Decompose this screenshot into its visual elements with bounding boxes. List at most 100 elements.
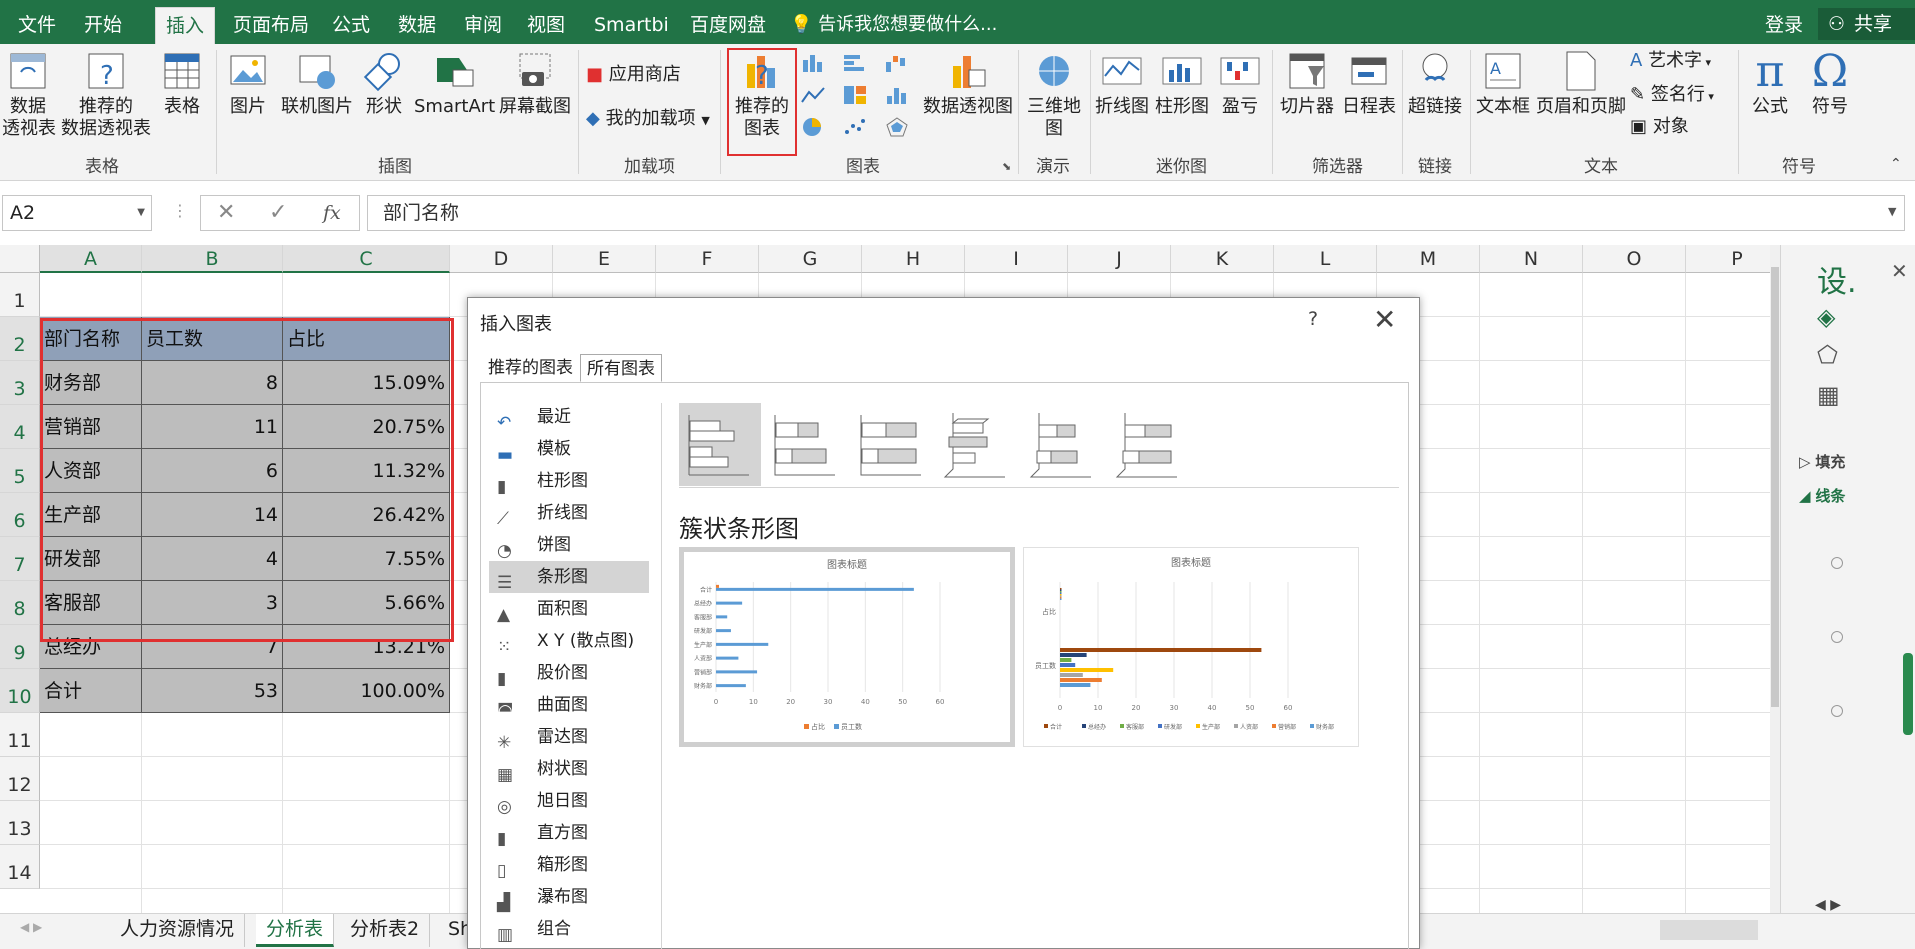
column-header[interactable]: N — [1480, 245, 1583, 273]
symbol-button[interactable]: Ω 符号 — [1806, 48, 1854, 118]
fill-bucket-icon[interactable]: ◈ — [1817, 303, 1835, 331]
share-button[interactable]: ⚇ 共享 — [1818, 8, 1915, 40]
pivot-chart-button[interactable]: 数据透视图 — [920, 50, 1016, 118]
equation-button[interactable]: π 公式 — [1746, 48, 1794, 118]
help-icon[interactable]: ? — [1308, 308, 1318, 330]
row-header[interactable]: 4 — [0, 405, 40, 449]
row-header[interactable]: 9 — [0, 625, 40, 669]
chart-category-item[interactable]: ▲ 面积图 — [489, 593, 649, 625]
timeline-button[interactable]: 日程表 — [1340, 50, 1398, 118]
chart-category-item[interactable]: ⟋ 折线图 — [489, 497, 649, 529]
column-header[interactable]: I — [965, 245, 1068, 273]
slicer-button[interactable]: 切片器 — [1278, 50, 1336, 118]
chevron-down-icon[interactable]: ▼ — [137, 196, 145, 230]
shapes-button[interactable]: 形状 — [362, 50, 406, 118]
header-footer-button[interactable]: 页眉和页脚 — [1536, 50, 1626, 118]
sheet-tab-hr[interactable]: 人力资源情况 — [110, 914, 246, 947]
radio-option[interactable] — [1831, 557, 1843, 569]
chart-category-item[interactable]: ⁙ X Y (散点图) — [489, 625, 649, 657]
expand-formula-icon[interactable]: ▼ — [1888, 205, 1896, 218]
3d-map-button[interactable]: 三维地 图 — [1024, 50, 1084, 140]
tab-data[interactable]: 数据 — [398, 0, 436, 44]
chart-category-item[interactable]: ▮ 直方图 — [489, 817, 649, 849]
column-chart-icon[interactable] — [800, 52, 826, 74]
tab-scroll-icons[interactable]: ◀ ▶ — [20, 920, 42, 934]
size-properties-icon[interactable]: ▦ — [1817, 381, 1840, 409]
column-header[interactable]: K — [1171, 245, 1274, 273]
tab-home[interactable]: 开始 — [84, 0, 122, 44]
select-all-corner[interactable] — [0, 245, 40, 273]
pivot-table-button[interactable]: 数据 透视表 — [2, 50, 56, 140]
table-cell[interactable]: 100.00% — [283, 669, 450, 713]
fx-icon[interactable]: fx — [323, 196, 341, 230]
tab-page-layout[interactable]: 页面布局 — [233, 0, 309, 44]
column-header[interactable]: A — [40, 245, 142, 273]
chart-category-item[interactable]: ↶ 最近 — [489, 401, 649, 433]
sparkline-winloss-button[interactable]: 盈亏 — [1218, 50, 1262, 118]
radio-option[interactable] — [1831, 631, 1843, 643]
tab-all-charts[interactable]: 所有图表 — [580, 354, 662, 382]
row-header[interactable]: 1 — [0, 273, 40, 317]
column-header[interactable]: B — [142, 245, 283, 273]
tab-recommended-charts[interactable]: 推荐的图表 — [482, 354, 579, 382]
chart-category-item[interactable]: ▯ 箱形图 — [489, 849, 649, 881]
wordart-button[interactable]: A 艺术字 ▾ — [1630, 50, 1711, 74]
column-header[interactable]: D — [450, 245, 553, 273]
textbox-button[interactable]: A 文本框 — [1474, 50, 1532, 118]
column-header[interactable]: C — [283, 245, 450, 273]
sheet-tab-analysis2[interactable]: 分析表2 — [340, 914, 431, 947]
chart-preview-2[interactable]: 图表标题 0 10 20 30 40 50 60 占比 员工数 合计 总经办 客服部 研发部 生产部 人资部 营… — [1023, 547, 1359, 747]
hierarchy-chart-icon[interactable] — [842, 84, 868, 106]
subtype-3d-100-stacked-bar[interactable] — [1109, 403, 1191, 486]
signature-button[interactable]: ✎ 签名行 ▾ — [1630, 84, 1714, 108]
subtype-clustered-bar[interactable] — [679, 403, 761, 486]
tab-insert[interactable]: 插入 — [155, 7, 216, 44]
pane-scrollbar[interactable] — [1903, 653, 1913, 735]
pie-chart-icon[interactable] — [800, 116, 826, 138]
cancel-icon[interactable]: ✕ — [217, 196, 235, 230]
line-chart-icon[interactable] — [800, 84, 826, 106]
column-header[interactable]: F — [656, 245, 759, 273]
online-picture-button[interactable]: 联机图片 — [278, 50, 356, 118]
row-header[interactable]: 2 — [0, 317, 40, 361]
column-header[interactable]: H — [862, 245, 965, 273]
column-header[interactable]: J — [1068, 245, 1171, 273]
chart-category-item[interactable]: ▮ 股价图 — [489, 657, 649, 689]
tab-baidu[interactable]: 百度网盘 — [690, 0, 766, 44]
store-button[interactable]: ■ 应用商店 — [586, 64, 681, 86]
subtype-3d-stacked-bar[interactable] — [1023, 403, 1105, 486]
collapse-ribbon-icon[interactable]: ⌃ — [1890, 156, 1902, 172]
column-header[interactable]: O — [1583, 245, 1686, 273]
row-header[interactable]: 11 — [0, 713, 40, 757]
pane-scroll-left-icon[interactable]: ◀ ▶ — [1815, 897, 1841, 913]
tab-file[interactable]: 文件 — [18, 0, 56, 44]
close-icon[interactable]: ✕ — [1373, 303, 1396, 336]
horizontal-scrollbar[interactable] — [1660, 920, 1758, 940]
tell-me-box[interactable]: 💡 告诉我您想要做什么... — [790, 0, 997, 44]
screenshot-button[interactable]: 屏幕截图 — [496, 50, 574, 118]
chart-category-item[interactable]: ▟ 瀑布图 — [489, 881, 649, 913]
tab-review[interactable]: 审阅 — [464, 0, 502, 44]
row-header[interactable]: 3 — [0, 361, 40, 405]
row-header[interactable]: 6 — [0, 493, 40, 537]
row-header[interactable]: 14 — [0, 845, 40, 889]
object-button[interactable]: ▣ 对象 — [1630, 116, 1689, 138]
column-header[interactable]: M — [1377, 245, 1480, 273]
chart-category-item[interactable]: ✳ 雷达图 — [489, 721, 649, 753]
subtype-stacked-bar[interactable] — [765, 403, 847, 486]
chart-category-item[interactable]: ▦ 树状图 — [489, 753, 649, 785]
row-header[interactable]: 5 — [0, 449, 40, 493]
login-link[interactable]: 登录 — [1765, 0, 1803, 50]
row-header[interactable]: 8 — [0, 581, 40, 625]
column-header[interactable]: E — [553, 245, 656, 273]
chart-category-item[interactable]: ▬ 模板 — [489, 433, 649, 465]
table-cell[interactable]: 53 — [142, 669, 283, 713]
chart-category-item[interactable]: ▮ 柱形图 — [489, 465, 649, 497]
row-header[interactable]: 12 — [0, 757, 40, 801]
sheet-tab-analysis[interactable]: 分析表 — [256, 914, 335, 947]
fill-section[interactable]: ▷ 填充 — [1799, 451, 1845, 472]
table-cell[interactable]: 合计 — [40, 669, 142, 713]
bar-chart-icon[interactable] — [842, 52, 868, 74]
column-header[interactable]: P — [1686, 245, 1770, 273]
chart-category-item[interactable]: ▥ 组合 — [489, 913, 649, 945]
